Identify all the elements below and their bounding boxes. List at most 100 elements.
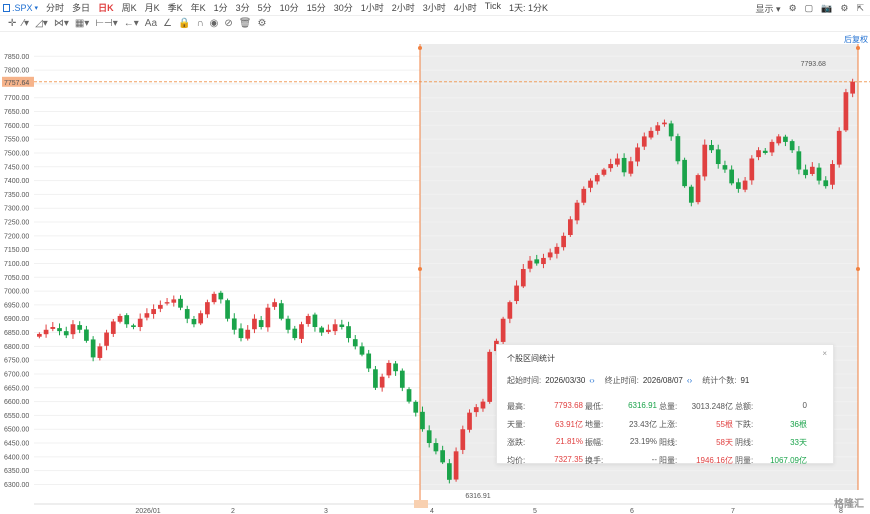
channel-tool-icon[interactable]: ⋈▾ (54, 18, 69, 29)
close-icon[interactable]: × (822, 349, 827, 358)
timeframe-18[interactable]: 1天: 1分K (509, 1, 548, 14)
candle-body (816, 167, 822, 181)
magnet-icon[interactable]: ∩ (196, 18, 203, 29)
candle-body (447, 463, 452, 480)
x-tick-label: 2 (231, 508, 235, 514)
y-tick-label: 7200.00 (4, 233, 29, 240)
timeframe-7[interactable]: 1分 (214, 1, 228, 14)
low-annotation: 6316.91 (465, 493, 490, 500)
candle-body (453, 451, 459, 480)
candle-body (225, 300, 230, 319)
settings-icon[interactable]: ⚙ (257, 18, 266, 29)
timeframe-14[interactable]: 2小时 (392, 1, 415, 14)
stat-key-3-0: 均价: (507, 456, 526, 465)
timeframe-5[interactable]: 季K (168, 1, 183, 14)
candle-body (77, 325, 83, 330)
display-menu[interactable]: 显示 ▾ (756, 2, 781, 15)
candle-body (413, 401, 419, 413)
y-tick-label: 6650.00 (4, 385, 29, 392)
candle-body (487, 351, 493, 402)
timeframe-16[interactable]: 4小时 (454, 1, 477, 14)
stat-key-1-2: 上涨: (659, 420, 678, 429)
y-tick-label: 7350.00 (4, 192, 29, 199)
candle-body (373, 369, 378, 388)
stat-key-1-3: 下跌: (735, 420, 754, 429)
stat-key-2-2: 阳线: (659, 438, 678, 447)
display-label: 显示 (755, 4, 774, 14)
timeframe-1[interactable]: 多日 (72, 1, 90, 14)
y-tick-label: 7700.00 (4, 95, 29, 102)
y-tick-label: 7000.00 (4, 289, 29, 296)
measure-tool-icon[interactable]: ⊢⊣▾ (95, 18, 117, 29)
gear-icon[interactable]: ⚙ (840, 3, 848, 14)
stat-key-1-1: 地量: (585, 420, 604, 429)
candle-body (84, 329, 89, 341)
y-tick-label: 6450.00 (4, 441, 29, 448)
trash-icon[interactable]: 🗑 (239, 18, 252, 29)
popout-icon[interactable]: ⇱ (856, 3, 864, 14)
selection-handle (418, 46, 422, 50)
camera-icon[interactable]: 📷 (821, 3, 832, 14)
candle-body (319, 327, 325, 333)
eye-icon[interactable]: ◉ (210, 18, 219, 29)
candle-body (709, 144, 714, 151)
timeframe-10[interactable]: 10分 (280, 1, 299, 14)
y-tick-label: 7600.00 (4, 123, 29, 130)
stat-value-1-1: 23.43亿 (628, 420, 657, 429)
timeframe-17[interactable]: Tick (485, 1, 501, 14)
candle-body (440, 450, 445, 463)
crosshair-icon[interactable]: ✛ (8, 18, 16, 29)
timeframe-13[interactable]: 1小时 (361, 1, 384, 14)
candle-body (252, 318, 257, 330)
candle-body (305, 315, 311, 324)
start-label: 起始时间: (507, 376, 542, 385)
timeframe-12[interactable]: 30分 (334, 1, 353, 14)
timeframe-6[interactable]: 年K (191, 1, 206, 14)
candle-body (507, 302, 513, 319)
candle-body (473, 407, 479, 413)
y-tick-label: 7850.00 (4, 54, 29, 61)
candle-body (574, 202, 580, 221)
line-tool-icon[interactable]: ⁄▾ (22, 18, 29, 29)
timeframe-4[interactable]: 月K (145, 1, 160, 14)
candle-body (736, 182, 741, 189)
lock-icon[interactable]: 🔒 (178, 18, 190, 29)
text-tool-icon[interactable]: Aa (145, 18, 157, 29)
stat-value-2-2: 58天 (716, 438, 733, 447)
candle-body (366, 353, 372, 369)
settings-icon[interactable]: ⚙ (789, 3, 797, 14)
symbol-selector[interactable]: .SPX ▾ (3, 3, 38, 13)
candle-body (359, 346, 365, 355)
timeframe-9[interactable]: 5分 (258, 1, 272, 14)
timeframe-8[interactable]: 3分 (236, 1, 250, 14)
end-value[interactable]: 2026/08/07 (643, 376, 683, 385)
arrow-tool-icon[interactable]: ←▾ (124, 18, 139, 29)
adjust-start-icon[interactable]: ‹› (589, 376, 594, 385)
x-tick-label: 5 (533, 508, 537, 514)
period-toolbar: .SPX ▾ 分时 多日 日K 周K 月K 季K 年K 1分 3分 5分 10分 15分 30分 1小时 2… (0, 0, 870, 16)
candle-body (171, 299, 177, 303)
timeframe-11[interactable]: 15分 (307, 1, 326, 14)
ray-tool-icon[interactable]: ◿▾ (35, 18, 48, 29)
stat-value-3-3: 1067.09亿 (770, 456, 807, 465)
timeframe-15[interactable]: 3小时 (423, 1, 446, 14)
candle-body (406, 389, 412, 402)
fib-tool-icon[interactable]: ▦▾ (75, 18, 89, 29)
current-price-label: 7757.64 (4, 80, 29, 87)
candle-body (352, 339, 358, 347)
stat-value-3-2: 1946.16亿 (696, 456, 733, 465)
hide-icon[interactable]: ⊘ (224, 18, 232, 29)
candle-body (742, 180, 748, 190)
start-value[interactable]: 2026/03/30 (545, 376, 585, 385)
stat-key-2-3: 阴线: (735, 438, 754, 447)
timeframe-0[interactable]: 分时 (46, 1, 64, 14)
stat-value-0-3: 0 (802, 401, 807, 410)
selection-handle (418, 267, 422, 271)
adjust-end-icon[interactable]: ‹› (687, 376, 692, 385)
angle-tool-icon[interactable]: ∠ (163, 18, 172, 29)
timeframe-2[interactable]: 日K (98, 1, 114, 14)
window-icon[interactable]: ▢ (805, 3, 814, 14)
candle-body (715, 149, 721, 165)
candle-body (668, 123, 674, 137)
timeframe-3[interactable]: 周K (122, 1, 137, 14)
